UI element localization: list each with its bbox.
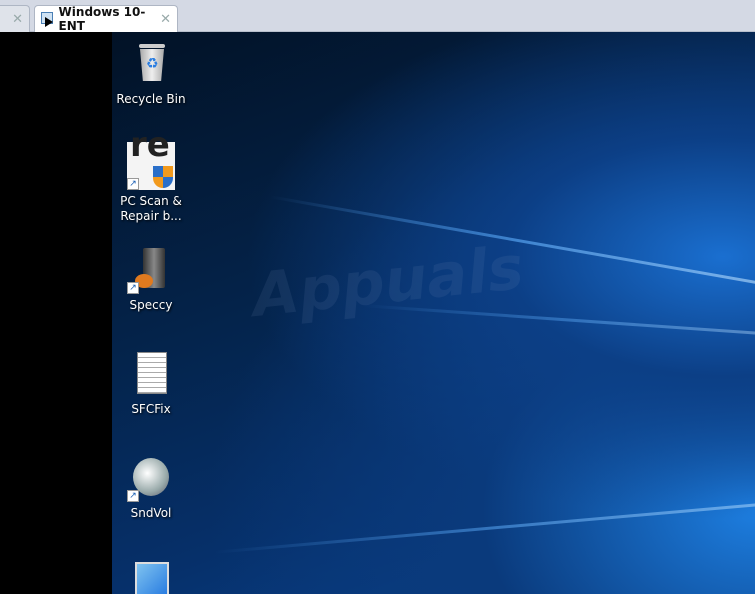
shortcut-arrow-icon: ↗ xyxy=(127,178,139,190)
tab-inactive[interactable]: ✕ xyxy=(0,5,30,32)
icon-label: Speccy xyxy=(129,298,173,312)
pc-scan-repair-icon: re ↗ xyxy=(127,128,175,190)
installer-icon xyxy=(127,558,175,594)
desktop-icon-installer[interactable] xyxy=(112,558,190,594)
desktop-icon-sfcfix[interactable]: SFCFix xyxy=(112,350,190,417)
desktop-icon-recycle-bin[interactable]: ♻ Recycle Bin xyxy=(112,40,190,107)
desktop-icon-pc-scan-repair[interactable]: re ↗ PC Scan & Repair b... xyxy=(112,128,190,224)
text-file-icon xyxy=(127,350,175,398)
icon-label: Recycle Bin xyxy=(116,92,186,106)
letterbox xyxy=(0,32,112,594)
speccy-icon: ↗ xyxy=(127,246,175,294)
desktop-icon-speccy[interactable]: ↗ Speccy xyxy=(112,246,190,313)
close-icon[interactable]: ✕ xyxy=(160,12,171,27)
close-icon[interactable]: ✕ xyxy=(12,12,23,27)
recycle-bin-icon: ♻ xyxy=(127,40,175,88)
speaker-icon: ↗ xyxy=(127,454,175,502)
icon-label: PC Scan & Repair b... xyxy=(120,194,182,223)
desktop-icon-sndvol[interactable]: ↗ SndVol xyxy=(112,454,190,521)
icon-label: SFCFix xyxy=(131,402,171,416)
shortcut-arrow-icon: ↗ xyxy=(127,282,139,294)
tab-label: Windows 10-ENT xyxy=(58,5,146,33)
shortcut-arrow-icon: ↗ xyxy=(127,490,139,502)
vm-icon xyxy=(41,12,54,27)
icon-label: SndVol xyxy=(130,506,172,520)
desktop[interactable]: Appuals ♻ Recycle Bin re ↗ PC Scan & Rep… xyxy=(112,32,755,594)
watermark: Appuals xyxy=(249,232,527,332)
tab-windows-10-ent[interactable]: Windows 10-ENT ✕ xyxy=(34,5,178,33)
tab-bar: ✕ Windows 10-ENT ✕ xyxy=(0,0,755,33)
